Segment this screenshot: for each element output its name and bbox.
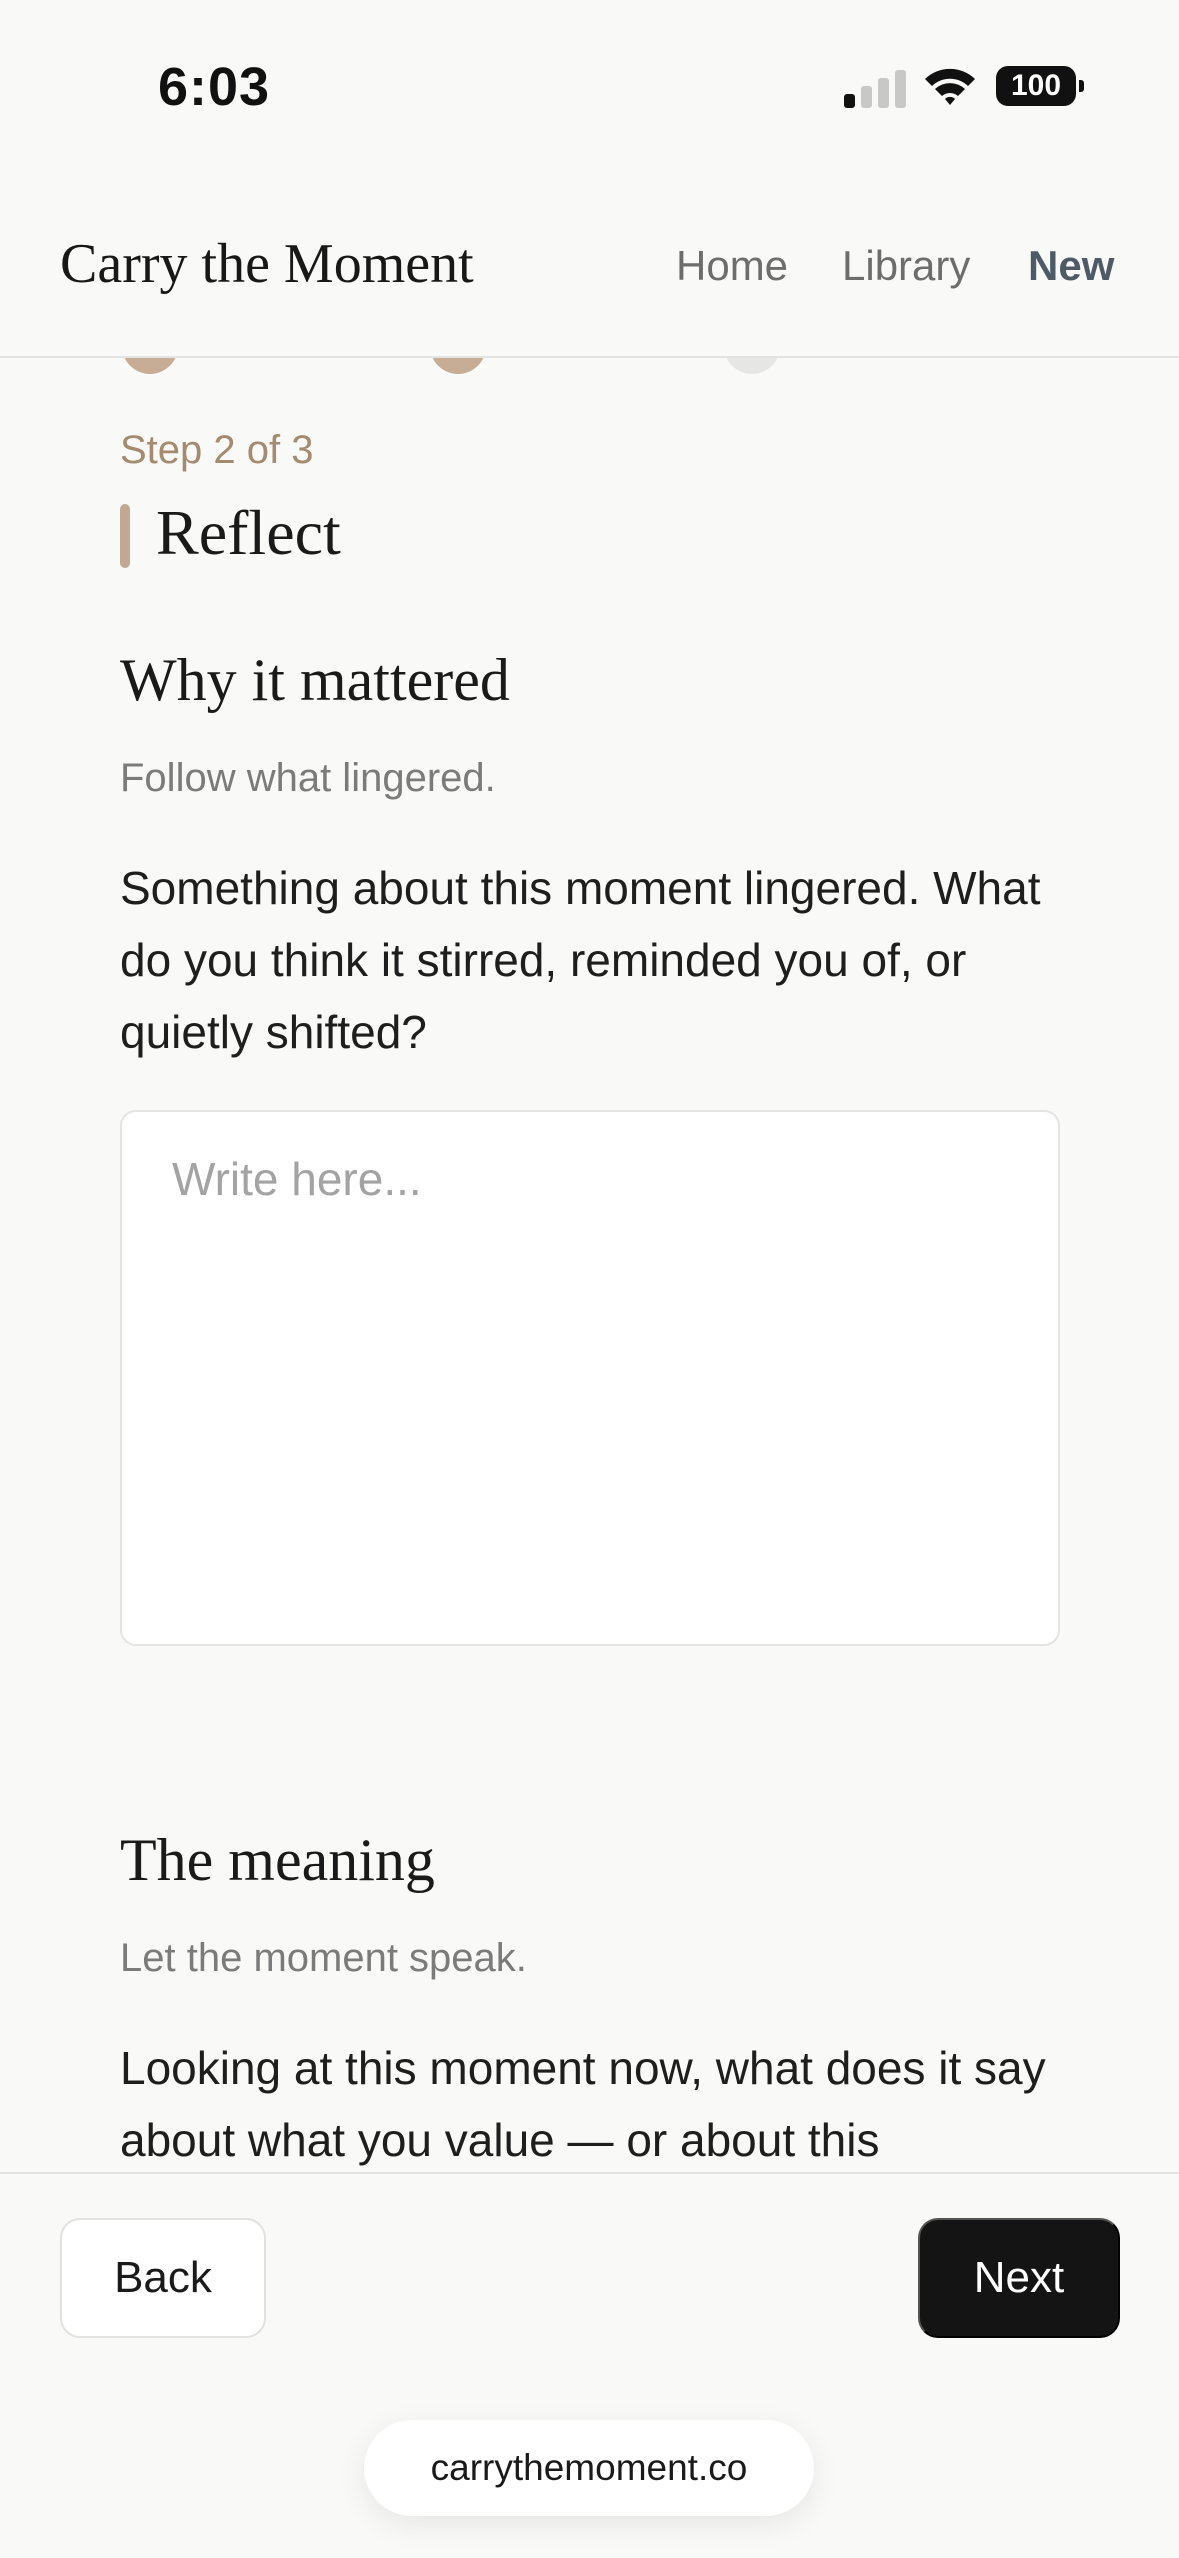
section-title-the-meaning: The meaning	[120, 1827, 435, 1893]
reflection-textarea[interactable]	[120, 1110, 1060, 1646]
battery-level: 100	[1010, 69, 1062, 102]
site-header: Carry the Moment Home Library New	[0, 190, 1179, 358]
step-accent-bar	[120, 504, 130, 568]
cellular-signal-icon	[844, 70, 906, 108]
section-prompt: Looking at this moment now, what does it…	[120, 2042, 1046, 2166]
step-indicator: Step 2 of 3	[120, 428, 314, 472]
section-title-why-it-mattered: Why it mattered	[120, 647, 510, 713]
battery-icon: 100	[996, 66, 1084, 106]
nav-home[interactable]: Home	[676, 242, 788, 290]
browser-url-bar[interactable]: carrythemoment.co	[364, 2420, 814, 2516]
brand-logo[interactable]: Carry the Moment	[60, 232, 474, 296]
step-title: Reflect	[156, 497, 341, 568]
url-text: carrythemoment.co	[430, 2447, 748, 2488]
nav-library[interactable]: Library	[842, 242, 970, 290]
wifi-icon	[925, 68, 975, 105]
status-time: 6:03	[158, 57, 271, 117]
section-prompt: Something about this moment lingered. Wh…	[120, 862, 1041, 1058]
bottom-action-bar: Back Next carrythemoment.co	[0, 2172, 1179, 2558]
section-subtitle: Follow what lingered.	[120, 756, 496, 800]
nav-new[interactable]: New	[1028, 242, 1114, 290]
section-subtitle: Let the moment speak.	[120, 1936, 527, 1980]
back-button[interactable]: Back	[60, 2218, 266, 2338]
next-button[interactable]: Next	[918, 2218, 1120, 2338]
